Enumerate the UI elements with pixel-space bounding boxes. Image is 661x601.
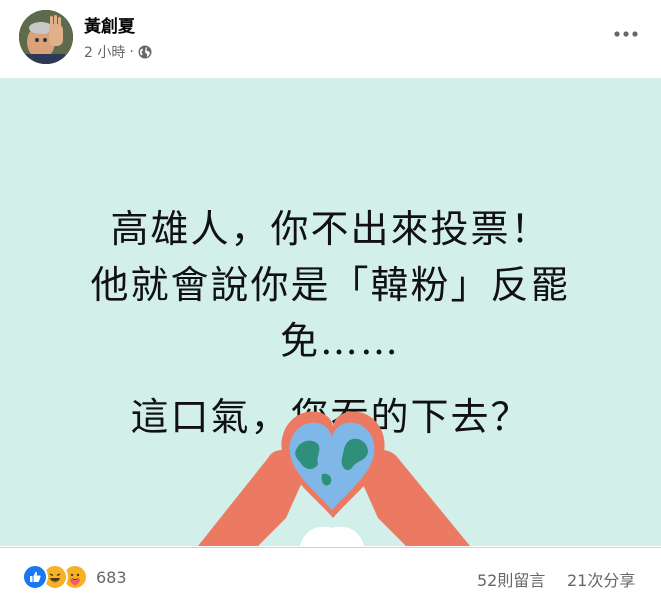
facebook-post: 黃創夏 2 小時 · 高雄人，你不出來投票！ 他就會說你是「韓粉」反罷 免……	[0, 0, 661, 601]
meta-separator: ·	[129, 44, 134, 60]
heart-hands-illustration	[198, 411, 470, 546]
post-timestamp[interactable]: 2 小時	[84, 42, 125, 62]
post-footer: 683 52則留言 21次分享	[0, 547, 661, 601]
avatar-image	[19, 10, 73, 64]
post-image[interactable]: 高雄人，你不出來投票！ 他就會說你是「韓粉」反罷 免…… 這口氣，您吞的下去？	[0, 78, 661, 546]
shares-count-link[interactable]: 21次分享	[567, 567, 635, 591]
globe-icon[interactable]	[138, 45, 152, 59]
reactions-summary[interactable]: 683	[22, 564, 127, 590]
more-options-icon[interactable]	[611, 22, 641, 46]
comments-count-link[interactable]: 52則留言	[477, 567, 545, 591]
like-icon	[22, 564, 48, 590]
post-meta: 2 小時 ·	[84, 42, 152, 62]
post-header: 黃創夏 2 小時 ·	[0, 0, 661, 76]
author-name[interactable]: 黃創夏	[84, 12, 135, 37]
reaction-count: 683	[96, 567, 127, 587]
author-avatar[interactable]	[19, 10, 73, 64]
